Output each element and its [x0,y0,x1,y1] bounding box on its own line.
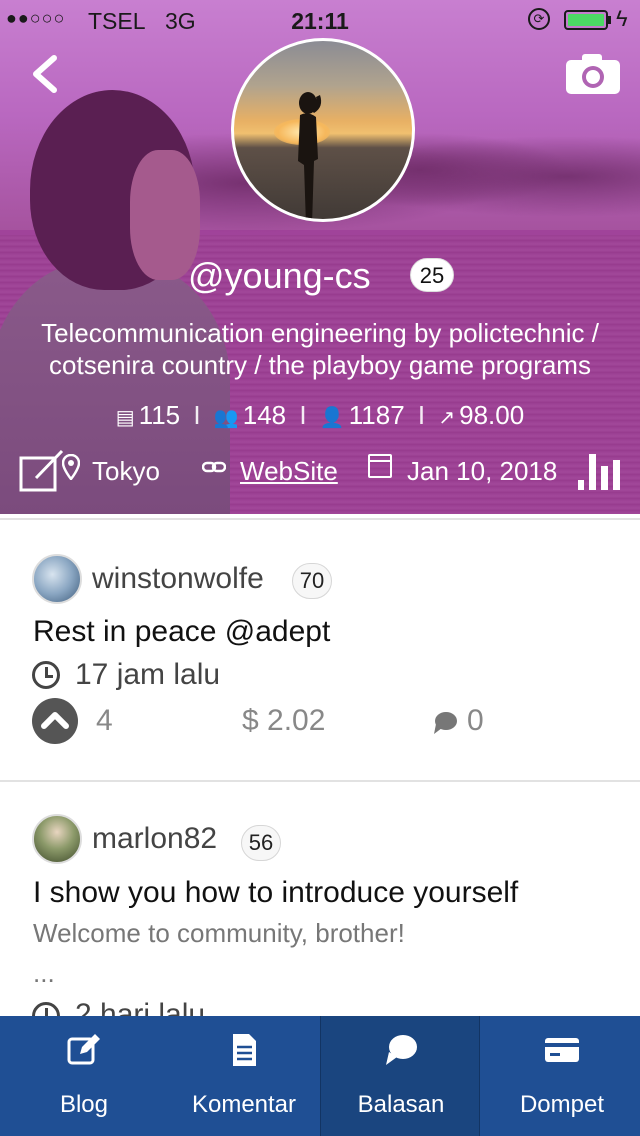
posts-icon: ▤ [115,407,135,429]
status-bar: ●●○○○ TSEL 3G 21:11 ⟳ ϟ [0,0,640,40]
author-avatar[interactable] [32,814,82,864]
tab-komentar[interactable]: Komentar [164,1016,324,1136]
clock-icon [32,661,60,689]
location-pin-icon [61,453,81,486]
followers-count: 148 [242,400,287,430]
reputation-badge: 25 [410,258,454,292]
post-title[interactable]: I show you how to introduce yourself [33,876,518,910]
following-icon: 👤 [319,407,345,429]
profile-screen: ●●○○○ TSEL 3G 21:11 ⟳ ϟ @young-cs 25 Tel… [0,0,640,1136]
posts-count: 115 [138,400,181,430]
bottom-tab-bar: Blog Komentar Balasan Dompet [0,1016,640,1136]
post-time: 17 jam lalu [75,658,221,691]
edit-icon [67,1034,100,1065]
author-reputation-badge: 56 [241,825,281,861]
profile-username: @young-cs [188,255,371,296]
tab-label: Komentar [191,1091,297,1118]
profile-header: ●●○○○ TSEL 3G 21:11 ⟳ ϟ @young-cs 25 Tel… [0,0,640,514]
battery-icon [564,10,608,30]
following-count: 1187 [348,400,405,430]
profile-avatar[interactable] [231,38,415,222]
post-excerpt: Welcome to community, brother! [33,918,405,948]
tab-balasan[interactable]: Balasan [320,1016,480,1136]
vote-count: 4 [96,704,113,737]
post-author[interactable]: winstonwolfe [92,562,264,596]
bar-chart-icon [578,454,620,490]
post-title[interactable]: Rest in peace @adept [33,615,330,649]
post-author[interactable]: marlon82 [92,822,217,856]
calendar-icon [368,454,392,478]
post-excerpt-ellipsis: ... [33,958,55,988]
chevron-up-icon [41,712,69,729]
tab-dompet[interactable]: Dompet [482,1016,640,1136]
profile-bio: Telecommunication engineering by policte… [41,318,599,380]
chevron-left-icon [33,55,57,93]
edit-icon [19,449,64,492]
camera-icon [566,54,620,94]
comment-count[interactable]: 0 [467,704,484,738]
followers-icon: 👥 [213,407,239,429]
tab-blog[interactable]: Blog [4,1016,164,1136]
edit-profile-button[interactable] [18,448,66,494]
trend-icon: ↗ [438,407,456,429]
comment-icon [432,710,458,736]
chat-icon [386,1035,417,1065]
tab-label: Balasan [357,1091,445,1118]
post-payout[interactable]: $ 2.02 [242,704,325,738]
website-link[interactable]: WebSite [240,456,338,487]
join-date: Jan 10, 2018 [407,456,558,486]
charging-icon: ϟ [616,6,628,31]
profile-stats: ▤ 115 I 👥 148 I 👤 1187 I ↗ 98.00 [115,400,525,430]
stats-chart-button[interactable] [576,448,624,494]
wallet-icon [545,1038,579,1062]
author-avatar[interactable] [32,554,82,604]
tab-label: Blog [59,1091,109,1118]
tab-label: Dompet [519,1091,605,1118]
profile-location: Tokyo [92,456,160,486]
power-value: 98.00 [459,400,525,430]
link-icon [201,458,227,481]
rotation-lock-icon: ⟳ [528,8,550,30]
document-icon [233,1034,256,1066]
upvote-button[interactable] [32,698,78,744]
back-button[interactable] [26,52,66,96]
feed-post[interactable]: marlon82 56 I show you how to introduce … [0,782,640,1031]
feed-post[interactable]: winstonwolfe 70 Rest in peace @adept 17 … [0,520,640,780]
profile-meta: Tokyo WebSite Jan 10, 2018 [0,448,640,498]
author-reputation-badge: 70 [292,563,332,599]
camera-button[interactable] [566,54,622,94]
